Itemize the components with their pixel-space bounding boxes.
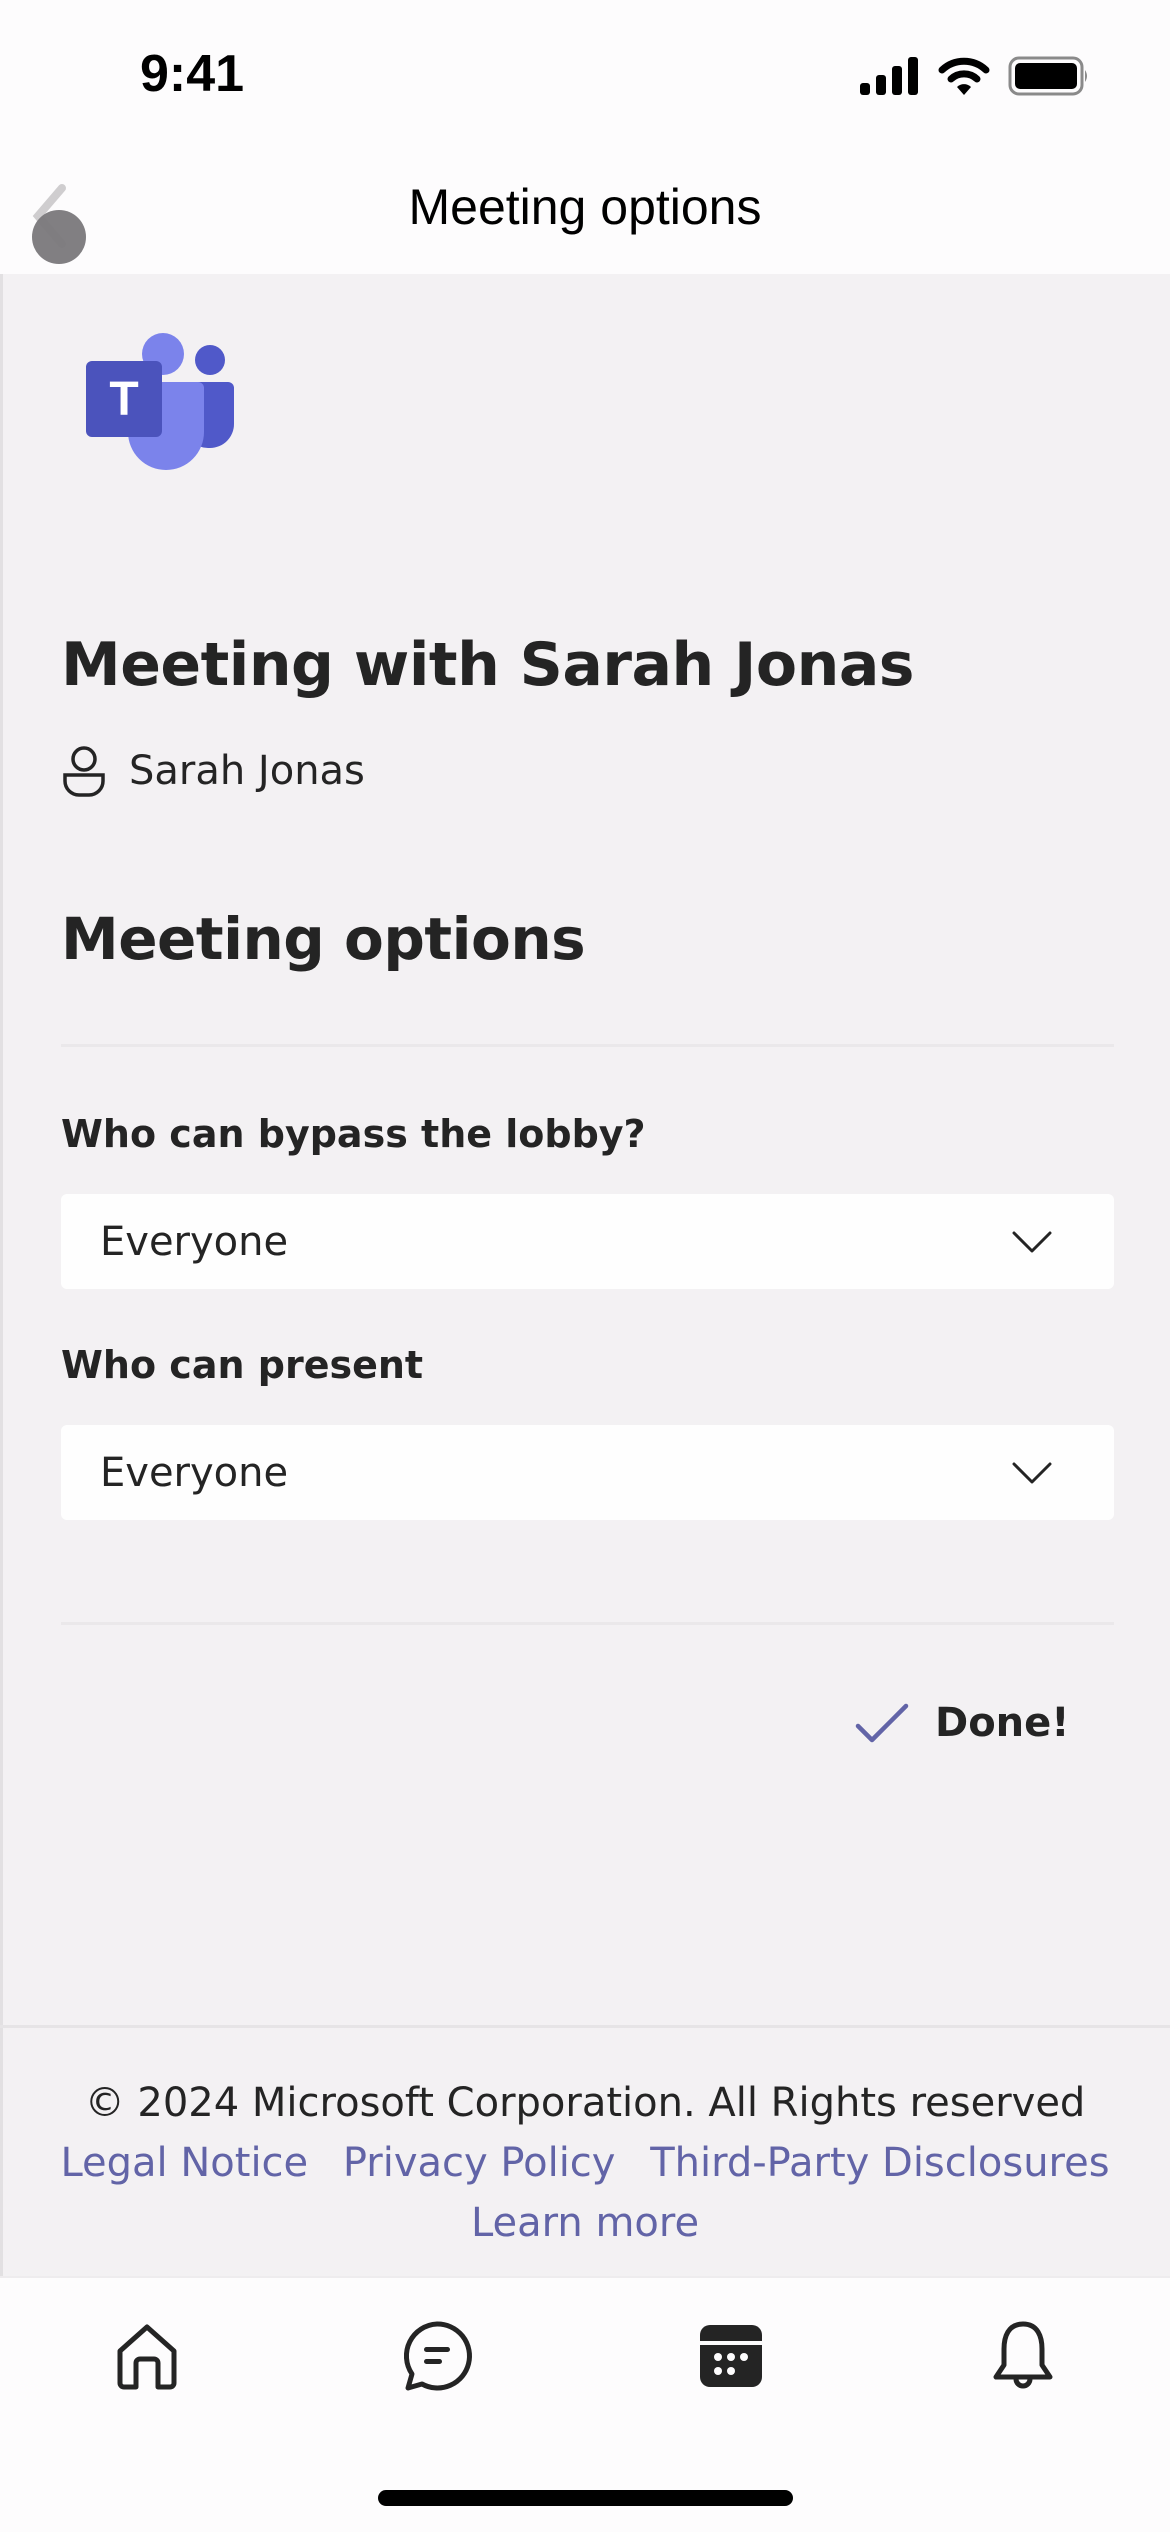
home-indicator[interactable] bbox=[378, 2490, 793, 2506]
footer-links: Legal Notice Privacy Policy Third-Party … bbox=[0, 2140, 1170, 2186]
chat-icon bbox=[403, 2321, 472, 2391]
teams-logo-letter: T bbox=[109, 373, 138, 426]
done-label: Done! bbox=[935, 1700, 1070, 1746]
tab-home[interactable] bbox=[102, 2316, 192, 2396]
learn-more-link[interactable]: Learn more bbox=[471, 2200, 699, 2246]
tab-chat[interactable] bbox=[392, 2316, 482, 2396]
organizer-row: Sarah Jonas bbox=[61, 745, 365, 797]
cellular-signal-icon bbox=[860, 57, 918, 95]
bell-icon bbox=[993, 2321, 1053, 2389]
person-icon bbox=[63, 746, 105, 797]
learn-more-row: Learn more bbox=[0, 2200, 1170, 2246]
wifi-icon bbox=[938, 57, 990, 95]
home-icon bbox=[117, 2324, 177, 2390]
dropdown-value: Everyone bbox=[100, 1449, 289, 1496]
microsoft-teams-logo: T bbox=[86, 333, 234, 470]
chevron-down-icon bbox=[1012, 1231, 1052, 1252]
nav-title: Meeting options bbox=[408, 179, 762, 235]
status-time: 9:41 bbox=[140, 45, 245, 103]
copyright-text: © 2024 Microsoft Corporation. All Rights… bbox=[84, 2080, 1086, 2126]
battery-icon bbox=[1008, 56, 1087, 96]
checkmark-icon bbox=[855, 1703, 909, 1743]
who-can-present-dropdown[interactable]: Everyone bbox=[61, 1425, 1114, 1520]
section-title: Meeting options bbox=[61, 905, 586, 973]
footer-divider bbox=[0, 2025, 1170, 2028]
meeting-title: Meeting with Sarah Jonas bbox=[61, 630, 915, 700]
status-icons bbox=[860, 56, 1090, 96]
privacy-policy-link[interactable]: Privacy Policy bbox=[343, 2140, 616, 2186]
chevron-down-icon bbox=[1012, 1462, 1052, 1483]
bypass-lobby-dropdown[interactable]: Everyone bbox=[61, 1194, 1114, 1289]
dropdown-value: Everyone bbox=[100, 1218, 289, 1265]
legal-notice-link[interactable]: Legal Notice bbox=[60, 2140, 308, 2186]
done-status: Done! bbox=[855, 1700, 1070, 1746]
who-can-present-label: Who can present bbox=[61, 1343, 424, 1387]
bypass-lobby-label: Who can bypass the lobby? bbox=[61, 1112, 646, 1156]
calendar-icon bbox=[700, 2325, 762, 2387]
divider bbox=[61, 1044, 1114, 1047]
tab-calendar[interactable] bbox=[686, 2316, 776, 2396]
organizer-name: Sarah Jonas bbox=[129, 748, 365, 794]
third-party-disclosures-link[interactable]: Third-Party Disclosures bbox=[650, 2140, 1109, 2186]
tab-activity[interactable] bbox=[978, 2316, 1068, 2396]
divider bbox=[61, 1622, 1114, 1625]
